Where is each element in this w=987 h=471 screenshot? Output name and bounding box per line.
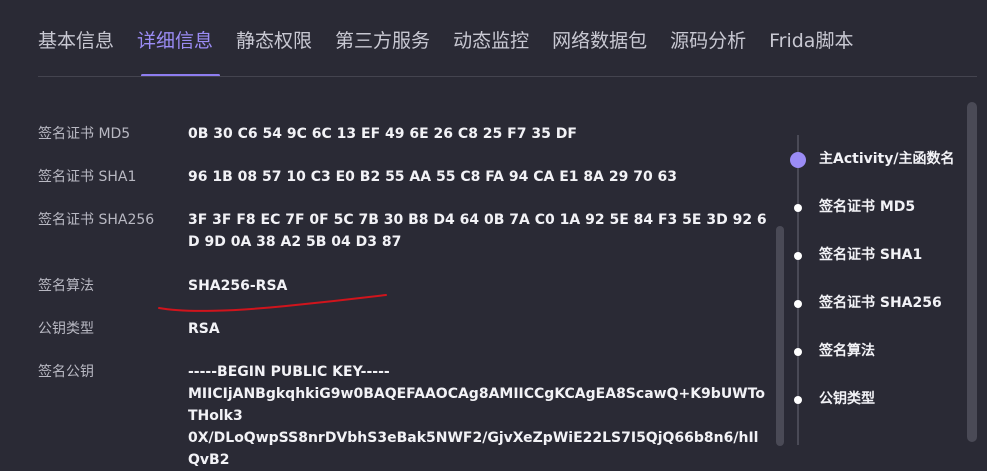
anchor-dot xyxy=(794,300,802,308)
algorithm-row: 签名算法 SHA256-RSA xyxy=(38,275,768,297)
public-key-row: 签名公钥 -----BEGIN PUBLIC KEY----- MIICIjAN… xyxy=(38,361,768,471)
anchor-dot-active xyxy=(790,152,806,168)
public-key-line: -----BEGIN PUBLIC KEY----- xyxy=(188,364,390,380)
key-type-row: 公钥类型 RSA xyxy=(38,318,768,340)
key-type-value: RSA xyxy=(188,321,220,337)
md5-label: 签名证书 MD5 xyxy=(38,126,131,142)
sha256-value: 3F 3F F8 EC 7F 0F 5C 7B 30 B8 D4 64 0B 7… xyxy=(188,212,767,250)
tab-detail-info[interactable]: 详细信息 xyxy=(137,27,213,55)
key-type-label: 公钥类型 xyxy=(38,321,94,337)
sha256-row: 签名证书 SHA256 3F 3F F8 EC 7F 0F 5C 7B 30 B… xyxy=(38,209,768,253)
anchor-sha256[interactable]: 签名证书 SHA256 xyxy=(819,293,942,313)
tab-dynamic-monitoring[interactable]: 动态监控 xyxy=(453,27,529,55)
anchor-main-activity[interactable]: 主Activity/主函数名 xyxy=(819,149,954,169)
sha1-row: 签名证书 SHA1 96 1B 08 57 10 C3 E0 B2 55 AA … xyxy=(38,166,768,188)
anchor-dot xyxy=(794,348,802,356)
content-scrollbar[interactable] xyxy=(776,226,784,446)
anchor-dot xyxy=(794,204,802,212)
tab-basic-info[interactable]: 基本信息 xyxy=(38,27,114,55)
tab-static-permissions[interactable]: 静态权限 xyxy=(236,27,312,55)
public-key-line: 0X/DLoQwpSS8nrDVbhS3eBak5NWF2/GjvXeZpWiE… xyxy=(188,430,759,468)
public-key-label: 签名公钥 xyxy=(38,364,94,380)
sha1-label: 签名证书 SHA1 xyxy=(38,169,137,185)
sha1-value: 96 1B 08 57 10 C3 E0 B2 55 AA 55 C8 FA 9… xyxy=(188,169,678,185)
tab-network-packets[interactable]: 网络数据包 xyxy=(552,27,647,55)
md5-value: 0B 30 C6 54 9C 6C 13 EF 49 6E 26 C8 25 F… xyxy=(188,126,577,142)
tab-bar: 基本信息 详细信息 静态权限 第三方服务 动态监控 网络数据包 源码分析 Fri… xyxy=(38,27,853,55)
sha256-label: 签名证书 SHA256 xyxy=(38,212,155,228)
anchor-dot xyxy=(794,396,802,404)
anchor-nav: 主Activity/主函数名 签名证书 MD5 签名证书 SHA1 签名证书 S… xyxy=(790,0,970,436)
md5-row: 签名证书 MD5 0B 30 C6 54 9C 6C 13 EF 49 6E 2… xyxy=(38,123,768,145)
anchor-md5[interactable]: 签名证书 MD5 xyxy=(819,197,915,217)
red-underline-annotation xyxy=(158,294,387,312)
tab-source-analysis[interactable]: 源码分析 xyxy=(670,27,746,55)
public-key-value: -----BEGIN PUBLIC KEY----- MIICIjANBgkqh… xyxy=(188,361,768,471)
public-key-line: MIICIjANBgkqhkiG9w0BAQEFAAOCAg8AMIICCgKC… xyxy=(188,386,765,424)
page-scrollbar[interactable] xyxy=(967,102,977,442)
anchor-key-type[interactable]: 公钥类型 xyxy=(819,389,875,409)
tab-third-party-services[interactable]: 第三方服务 xyxy=(335,27,430,55)
anchor-algorithm[interactable]: 签名算法 xyxy=(819,341,875,361)
anchor-sha1[interactable]: 签名证书 SHA1 xyxy=(819,245,922,265)
anchor-dot xyxy=(794,252,802,260)
